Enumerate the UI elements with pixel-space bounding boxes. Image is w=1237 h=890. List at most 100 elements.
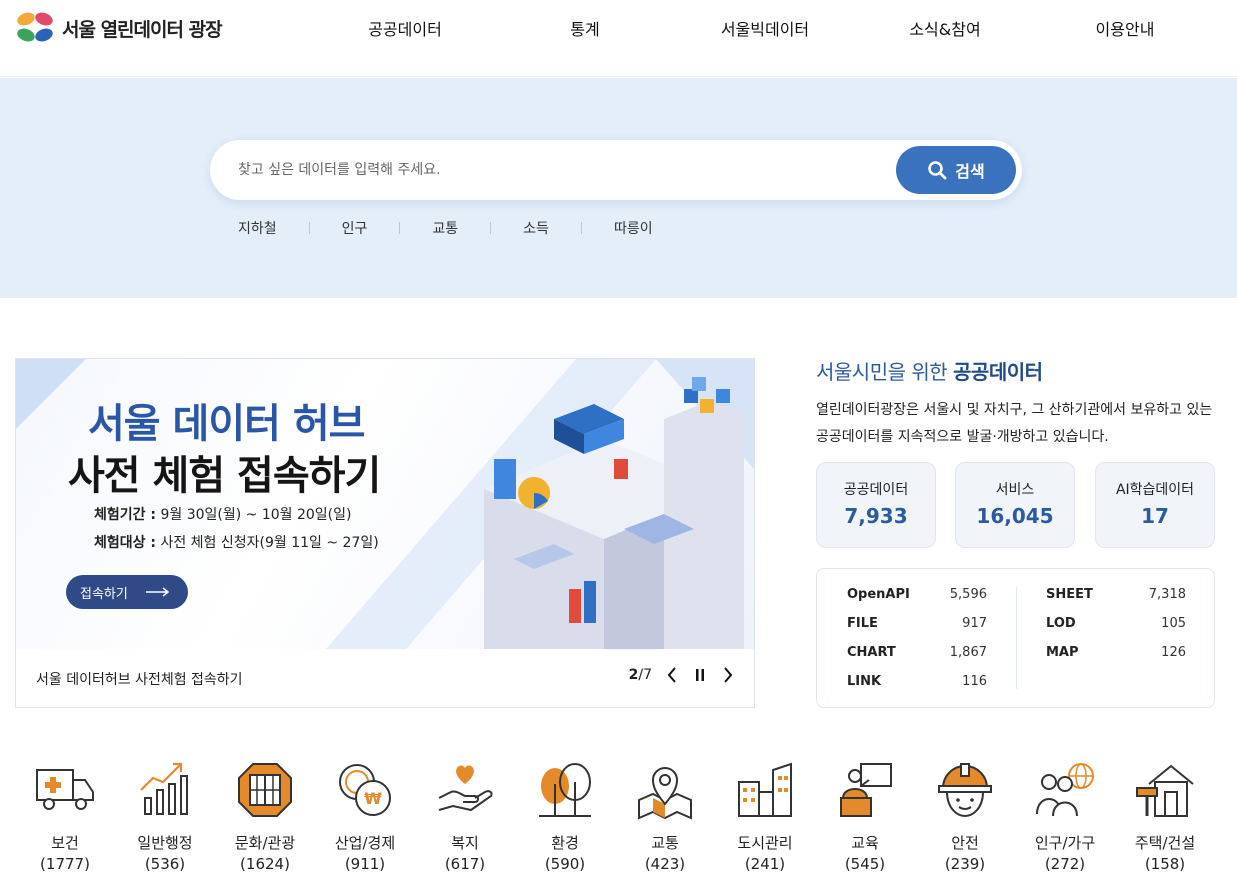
banner-caption[interactable]: 서울 데이터허브 사전체험 접속하기 <box>36 669 243 689</box>
category-count: (911) <box>344 855 386 873</box>
format-file[interactable]: FILE 917 <box>847 616 987 636</box>
banner-period-value: 9월 30일(월) ~ 10월 20일(일) <box>160 507 352 523</box>
banner-slide[interactable]: 서울 데이터 허브 사전 체험 접속하기 체험기간 : 9월 30일(월) ~ … <box>16 359 754 649</box>
arrow-right-icon <box>145 587 170 597</box>
format-link[interactable]: LINK 116 <box>847 674 987 694</box>
category-list: 보건 (1777) 일반행정 (536) 문화/관광 (1624) ₩ 산업/경… <box>0 760 1237 880</box>
coins-icon: ₩ <box>339 764 391 816</box>
category-label: 보건 <box>51 834 79 852</box>
category-label: 복지 <box>451 834 479 852</box>
pager-total: /7 <box>638 667 652 683</box>
format-count: 105 <box>1161 616 1186 631</box>
search-button[interactable]: 검색 <box>896 146 1016 194</box>
category-health[interactable]: 보건 (1777) <box>15 760 115 874</box>
category-administration[interactable]: 일반행정 (536) <box>115 760 215 874</box>
format-count: 917 <box>962 616 987 631</box>
category-label: 환경 <box>551 834 579 852</box>
category-label: 일반행정 <box>137 834 193 852</box>
category-traffic[interactable]: 교통 (423) <box>615 760 715 874</box>
window-icon <box>238 763 292 817</box>
divider <box>1016 587 1017 689</box>
banner-period: 체험기간 : 9월 30일(월) ~ 10월 20일(일) <box>94 504 351 524</box>
site-header: 서울 열린데이터 광장 공공데이터 통계 서울빅데이터 소식&참여 이용안내 <box>0 0 1237 77</box>
format-name: OpenAPI <box>847 587 910 602</box>
banner-target-label: 체험대상 : <box>94 535 156 551</box>
format-sheet[interactable]: SHEET 7,318 <box>1046 587 1186 607</box>
helmet-icon <box>938 763 992 818</box>
panel-title-prefix: 서울시민을 위한 <box>816 360 948 384</box>
keyword-traffic[interactable]: 교통 <box>432 218 458 238</box>
stat-value: 17 <box>1141 504 1169 528</box>
banner-pager: 2/7 <box>629 667 652 683</box>
banner-connect-button[interactable]: 접속하기 <box>66 575 188 609</box>
category-safety[interactable]: 안전 (239) <box>915 760 1015 874</box>
category-welfare[interactable]: 복지 (617) <box>415 760 515 874</box>
category-count: (158) <box>1144 855 1186 873</box>
stat-card-service[interactable]: 서비스 16,045 <box>955 462 1075 548</box>
format-name: SHEET <box>1046 587 1093 602</box>
divider <box>399 222 401 234</box>
category-label: 안전 <box>951 834 979 852</box>
search-input[interactable] <box>238 154 878 186</box>
category-housing-construction[interactable]: 주택/건설 (158) <box>1115 760 1215 874</box>
category-label: 인구/가구 <box>1034 834 1096 852</box>
keyword-income[interactable]: 소득 <box>523 218 549 238</box>
format-name: LOD <box>1046 616 1076 631</box>
banner-target-value: 사전 체험 신청자(9월 11일 ~ 27일) <box>160 535 379 551</box>
search-section: 검색 지하철 인구 교통 소득 따릉이 <box>0 78 1237 298</box>
chevron-left-icon <box>667 667 676 683</box>
banner-period-label: 체험기간 : <box>94 507 156 523</box>
format-lod[interactable]: LOD 105 <box>1046 616 1186 636</box>
divider <box>490 222 492 234</box>
search-icon <box>928 161 947 180</box>
category-count: (423) <box>644 855 686 873</box>
panel-title-highlight: 공공데이터 <box>953 360 1043 384</box>
banner-cta-label: 접속하기 <box>80 586 128 602</box>
nav-public-data[interactable]: 공공데이터 <box>368 16 442 40</box>
teacher-icon <box>840 763 892 817</box>
chevron-right-icon <box>724 667 733 683</box>
buildings-icon <box>738 762 792 817</box>
banner-next-button[interactable] <box>720 665 736 685</box>
category-industry-economy[interactable]: ₩ 산업/경제 (911) <box>315 760 415 874</box>
format-map[interactable]: MAP 126 <box>1046 645 1186 665</box>
banner-pause-button[interactable] <box>692 665 708 685</box>
banner-title-line2: 사전 체험 접속하기 <box>68 453 381 499</box>
format-name: MAP <box>1046 645 1079 660</box>
divider <box>308 222 310 234</box>
search-box: 검색 <box>210 140 1022 200</box>
keyword-subway[interactable]: 지하철 <box>238 218 277 238</box>
banner-prev-button[interactable] <box>664 665 680 685</box>
category-count: (1624) <box>240 855 290 873</box>
category-education[interactable]: 교육 (545) <box>815 760 915 874</box>
category-count: (272) <box>1044 855 1086 873</box>
stat-label: 서비스 <box>995 482 1035 498</box>
banner-target: 체험대상 : 사전 체험 신청자(9월 11일 ~ 27일) <box>94 532 379 552</box>
svg-text:₩: ₩ <box>364 789 382 808</box>
nav-seoul-bigdata[interactable]: 서울빅데이터 <box>721 16 809 40</box>
data-format-box: OpenAPI 5,596 FILE 917 CHART 1,867 LINK … <box>816 568 1215 708</box>
heart-hand-icon <box>438 765 493 812</box>
category-label: 도시관리 <box>737 834 793 852</box>
category-count: (536) <box>144 855 186 873</box>
nav-statistics[interactable]: 통계 <box>570 16 599 40</box>
popular-keywords: 지하철 인구 교통 소득 따릉이 <box>238 218 653 238</box>
main-nav: 공공데이터 통계 서울빅데이터 소식&참여 이용안내 <box>0 16 1237 40</box>
house-tools-icon <box>1136 764 1194 817</box>
keyword-ttareungi[interactable]: 따릉이 <box>614 218 653 238</box>
category-environment[interactable]: 환경 (590) <box>515 760 615 874</box>
keyword-population[interactable]: 인구 <box>342 218 368 238</box>
nav-guide[interactable]: 이용안내 <box>1096 16 1155 40</box>
stat-card-ai-data[interactable]: AI학습데이터 17 <box>1095 462 1215 548</box>
category-population-household[interactable]: 인구/가구 (272) <box>1015 760 1115 874</box>
format-openapi[interactable]: OpenAPI 5,596 <box>847 587 987 607</box>
pause-icon <box>696 669 704 681</box>
banner-title-line1: 서울 데이터 허브 <box>88 401 365 447</box>
category-urban-management[interactable]: 도시관리 (241) <box>715 760 815 874</box>
main-banner: 서울 데이터 허브 사전 체험 접속하기 체험기간 : 9월 30일(월) ~ … <box>15 358 755 708</box>
stat-card-public-data[interactable]: 공공데이터 7,933 <box>816 462 936 548</box>
trees-icon <box>539 763 591 817</box>
category-culture-tourism[interactable]: 문화/관광 (1624) <box>215 760 315 874</box>
nav-news-participation[interactable]: 소식&참여 <box>909 16 980 40</box>
format-chart[interactable]: CHART 1,867 <box>847 645 987 665</box>
